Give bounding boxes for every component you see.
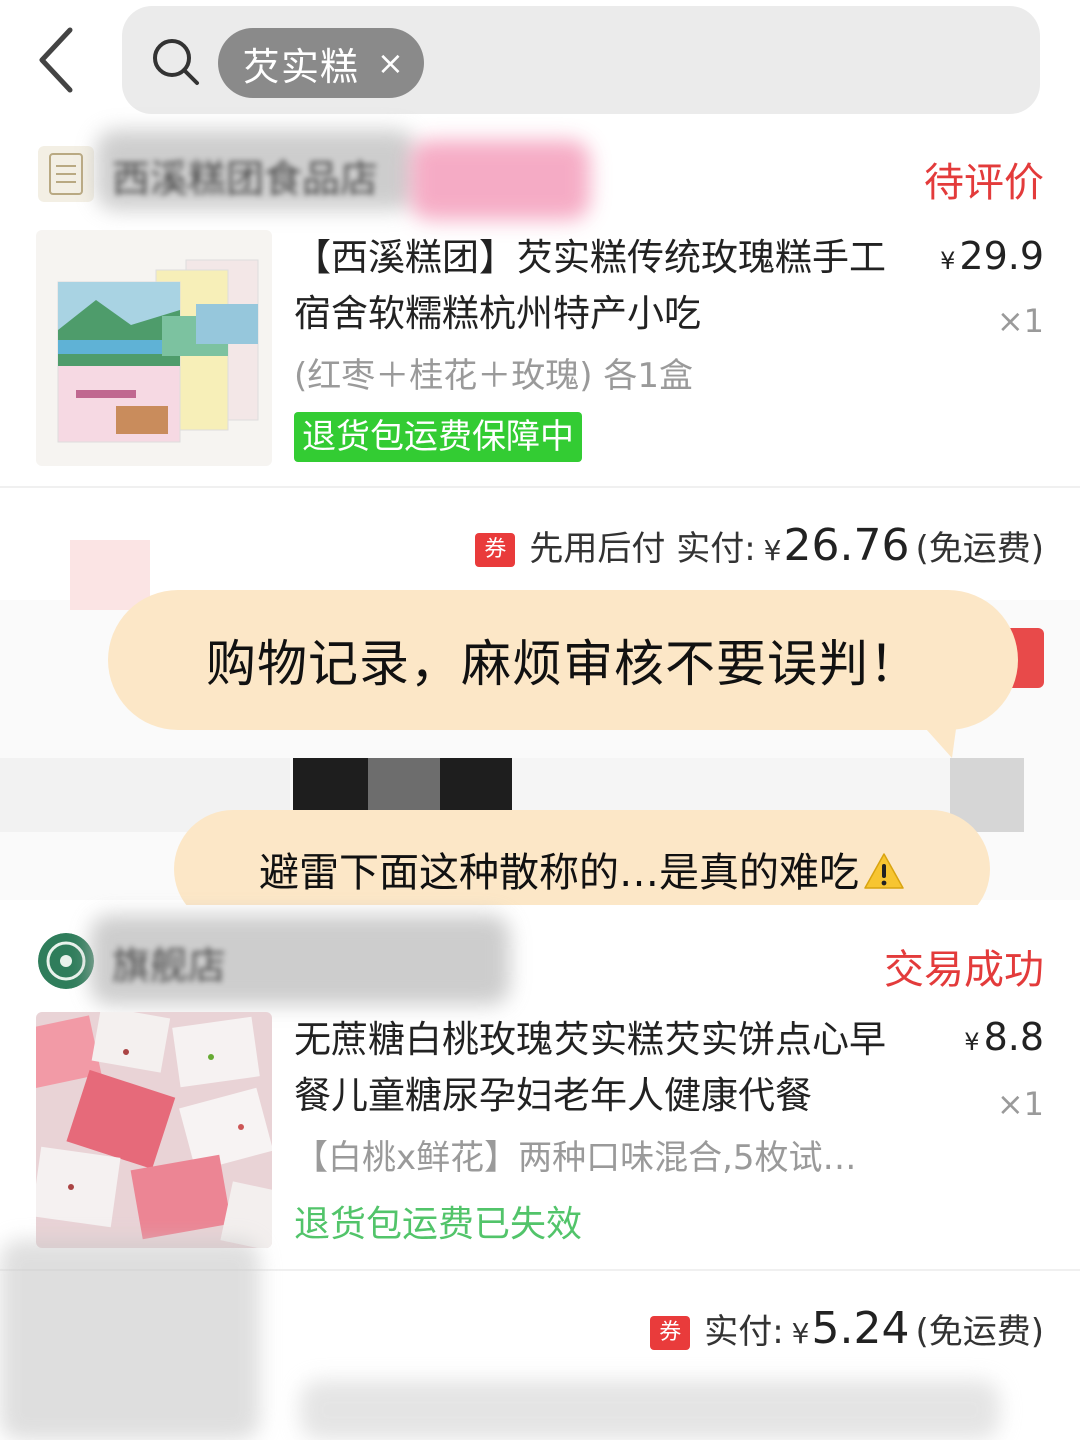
payment-label: 先用后付 实付: (529, 529, 756, 569)
payment-label: 实付: (704, 1312, 784, 1352)
product-price: ¥29.9 (940, 234, 1044, 278)
product-title[interactable]: 【西溪糕团】芡实糕传统玫瑰糕手工宿舍软糯糕杭州特产小吃 (294, 230, 894, 342)
shop-name: 西溪糕团食品店 (112, 157, 379, 201)
product-image[interactable] (36, 230, 272, 466)
shop-row[interactable]: 旗舰店 交易成功 (0, 905, 1080, 1005)
coupon-icon: 券 (475, 533, 516, 567)
product-image[interactable] (36, 1012, 272, 1248)
coupon-icon: 券 (650, 1316, 691, 1350)
shop-row[interactable]: 西溪糕团食品店 待评价 (0, 130, 1080, 225)
clear-keyword-icon[interactable]: × (377, 44, 404, 82)
currency-symbol: ¥ (791, 1317, 810, 1350)
payment-amount: 26.76 (783, 520, 910, 571)
return-shipping-insurance-badge: 退货包运费保障中 (294, 412, 582, 462)
product-quantity: ×1 (996, 302, 1044, 340)
currency-symbol: ¥ (964, 1028, 980, 1056)
search-bar[interactable]: 芡实糕 × (122, 6, 1040, 114)
search-keyword: 芡实糕 (242, 44, 360, 89)
return-shipping-insurance-status: 退货包运费已失效 (294, 1204, 583, 1245)
bubble-tail (900, 700, 960, 758)
bubble-text: 避雷下面这种散称的…是真的难吃 (259, 840, 905, 898)
privacy-blur (0, 1240, 260, 1440)
divider (0, 486, 1080, 488)
order-status: 交易成功 (884, 947, 1044, 993)
payment-summary: 券 先用后付 实付: ¥ 26.76 (免运费) (475, 520, 1044, 571)
shipping-note: (免运费) (915, 1312, 1044, 1352)
bubble-text: 购物记录，麻烦审核不要误判！ (206, 635, 920, 693)
search-icon (153, 39, 199, 85)
product-title[interactable]: 无蔗糖白桃玫瑰芡实糕芡实饼点心早餐儿童糖尿孕妇老年人健康代餐 (294, 1012, 894, 1124)
top-bar: 芡实糕 × (0, 0, 1080, 120)
privacy-blur (70, 540, 150, 610)
payment-amount: 5.24 (811, 1303, 910, 1354)
product-quantity: ×1 (996, 1085, 1044, 1123)
product-sku: 【白桃x鲜花】两种口味混合,5枚试… (294, 1138, 857, 1178)
price-value: 8.8 (983, 1015, 1044, 1059)
privacy-blur (410, 140, 590, 220)
shipping-note: (免运费) (915, 529, 1044, 569)
warning-icon (864, 853, 904, 889)
price-value: 29.9 (959, 234, 1044, 278)
order-status: 待评价 (924, 160, 1044, 206)
shop-name: 旗舰店 (112, 944, 227, 988)
speech-bubble-top: 购物记录，麻烦审核不要误判！ (108, 590, 1018, 730)
shop-logo (38, 933, 94, 989)
payment-summary: 券 实付: ¥ 5.24 (免运费) (650, 1303, 1044, 1354)
search-keyword-chip[interactable]: 芡实糕 × (218, 28, 424, 98)
order-card[interactable]: 西溪糕团食品店 待评价 【西溪糕团】芡实糕传统玫瑰糕手工宿舍软糯糕杭州特产小吃 … (0, 130, 1080, 595)
chevron-left-icon (39, 27, 73, 93)
back-button[interactable] (30, 20, 90, 100)
currency-symbol: ¥ (940, 247, 956, 275)
currency-symbol: ¥ (763, 534, 782, 567)
product-sku: (红枣＋桂花＋玫瑰) 各1盒 (294, 356, 693, 396)
product-price: ¥8.8 (964, 1015, 1044, 1059)
privacy-blur (300, 1380, 1000, 1440)
shop-logo (38, 146, 94, 202)
